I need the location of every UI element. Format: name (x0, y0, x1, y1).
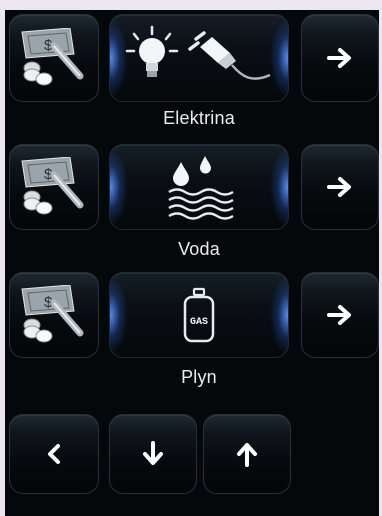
electric-plug-icon (188, 31, 271, 80)
back-button[interactable] (9, 414, 99, 494)
electricity-button[interactable] (109, 14, 289, 102)
gas-next-button[interactable] (301, 272, 379, 358)
scroll-down-button[interactable] (109, 414, 197, 494)
pay-gas-button[interactable]: $ (9, 272, 99, 358)
electricity-label: Elektrina (163, 108, 235, 128)
arrow-right-icon (327, 305, 351, 325)
gas-button[interactable]: GAS (109, 272, 289, 358)
water-button[interactable] (109, 144, 289, 230)
gas-label: Plyn (181, 367, 217, 387)
gas-cylinder-icon: GAS (183, 287, 215, 343)
bill-coins-pen-icon: $ (21, 285, 84, 343)
chevron-left-icon (48, 444, 60, 464)
bill-coins-pen-icon: $ (21, 157, 84, 215)
water-next-button[interactable] (301, 144, 379, 230)
control-panel: $ Elektrina $ Voda $ GAS Plyn (5, 10, 379, 516)
electricity-next-button[interactable] (301, 14, 379, 102)
scroll-up-button[interactable] (203, 414, 291, 494)
bill-coins-pen-icon: $ (21, 28, 84, 86)
pay-electricity-button[interactable]: $ (9, 14, 99, 102)
pay-water-button[interactable]: $ (9, 144, 99, 230)
arrow-up-icon (237, 443, 257, 467)
svg-text:GAS: GAS (190, 317, 208, 328)
light-bulb-icon (125, 25, 179, 77)
arrow-right-icon (327, 48, 351, 68)
water-label: Voda (178, 239, 220, 259)
arrow-right-icon (327, 177, 351, 197)
arrow-down-icon (143, 441, 163, 465)
water-drops-waves-icon (168, 156, 234, 220)
